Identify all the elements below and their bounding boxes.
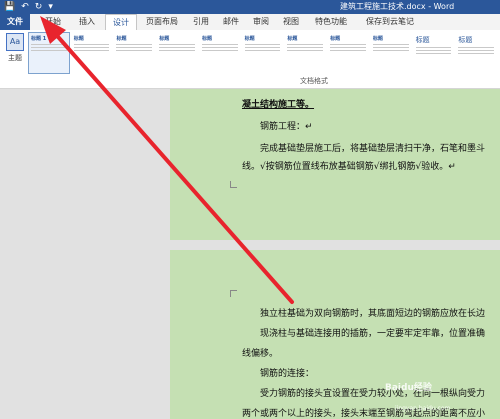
style-set-item[interactable]: 标题 bbox=[70, 32, 113, 74]
tab-insert[interactable]: 插入 bbox=[72, 14, 102, 30]
style-set-heading: 标题 bbox=[116, 36, 127, 42]
tab-references[interactable]: 引用 bbox=[188, 14, 214, 30]
tab-save-to-cloud[interactable]: 保存到云笔记 bbox=[360, 14, 420, 30]
ribbon-tabs: 文件 开始 插入 设计 页面布局 引用 邮件 审阅 视图 特色功能 保存到云笔记 bbox=[0, 14, 500, 31]
style-set-item[interactable]: 标题 1 bbox=[28, 32, 70, 74]
style-set-heading: 标题 bbox=[73, 36, 84, 42]
style-set-item[interactable]: 标题 bbox=[241, 32, 284, 74]
doc-line: 完成基础垫层施工后，将基础垫层清扫干净，石笔和墨斗 bbox=[260, 144, 486, 154]
tab-file[interactable]: 文件 bbox=[0, 14, 30, 30]
style-set-item[interactable]: 标题 bbox=[284, 32, 327, 74]
undo-icon[interactable]: ↶ bbox=[21, 1, 29, 13]
style-set-item[interactable]: 标题 bbox=[369, 32, 412, 74]
watermark-url: jingyan.baidu.com bbox=[395, 405, 451, 412]
style-set-heading: 标题 bbox=[159, 36, 170, 42]
tab-home[interactable]: 开始 bbox=[38, 14, 68, 30]
style-set-heading: 标题 1 bbox=[31, 36, 47, 42]
tab-special-features[interactable]: 特色功能 bbox=[308, 14, 354, 30]
tab-mailings[interactable]: 邮件 bbox=[218, 14, 244, 30]
theme-button[interactable]: Aa 主题 bbox=[4, 33, 26, 77]
style-set-heading: 标题 bbox=[415, 36, 430, 44]
document-page[interactable]: 独立柱基础为双向钢筋时，其底面短边的钢筋应放在长边 现浇柱与基础连接用的插筋，一… bbox=[170, 250, 500, 419]
tab-design[interactable]: 设计 bbox=[105, 14, 137, 31]
style-set-heading: 标题 bbox=[244, 36, 255, 42]
style-set-item[interactable]: 标题 bbox=[327, 32, 369, 74]
gallery-group-label: 文档格式 bbox=[300, 77, 328, 85]
document-area[interactable]: 凝土结构施工等。 钢筋工程：↵ 完成基础垫层施工后，将基础垫层清扫干净，石笔和墨… bbox=[0, 89, 500, 419]
tab-review[interactable]: 审阅 bbox=[248, 14, 274, 30]
title-bar: 💾 ↶ ↻ ▾ 建筑工程施工技术.docx - Word bbox=[0, 0, 500, 14]
watermark-brand: Baidu经验 bbox=[385, 383, 432, 393]
doc-line: 现浇柱与基础连接用的插筋，一定要牢定牢靠，位置准确 bbox=[260, 329, 486, 339]
style-set-item[interactable]: 标题 bbox=[113, 32, 156, 74]
redo-icon[interactable]: ↻ bbox=[35, 1, 43, 13]
customize-qat-icon[interactable]: ▾ bbox=[48, 1, 53, 13]
doc-line: 钢筋的连接： bbox=[260, 369, 315, 379]
style-set-item[interactable]: 标题 bbox=[198, 32, 241, 74]
style-set-item[interactable]: 标题 bbox=[156, 32, 198, 74]
style-set-heading: 标题 bbox=[201, 36, 212, 42]
ribbon-design: Aa 主题 标题 1 标题 标题 标题 标题 标题 标题 标题 标题 标题 标题… bbox=[0, 30, 500, 89]
doc-line: 线偏移。 bbox=[242, 349, 279, 359]
save-icon[interactable]: 💾 bbox=[4, 1, 15, 13]
doc-line: 受力钢筋的接头宜设置在受力较小处，在同一根纵向受力 bbox=[260, 389, 486, 399]
window-title: 建筑工程施工技术.docx - Word bbox=[340, 2, 455, 11]
style-set-heading: 标题 bbox=[287, 36, 298, 42]
doc-line: 线。√按钢筋位置线布放基础钢筋√绑扎钢筋√验收。↵ bbox=[242, 162, 456, 172]
style-set-item[interactable]: 标题 bbox=[412, 32, 455, 74]
document-page[interactable]: 凝土结构施工等。 钢筋工程：↵ 完成基础垫层施工后，将基础垫层清扫干净，石笔和墨… bbox=[170, 89, 500, 240]
style-set-item[interactable]: 标题 bbox=[455, 32, 498, 74]
style-set-heading: 标题 bbox=[458, 36, 473, 44]
margin-mark bbox=[230, 290, 237, 297]
tab-page-layout[interactable]: 页面布局 bbox=[140, 14, 184, 30]
style-set-heading: 标题 bbox=[330, 36, 341, 42]
margin-mark bbox=[230, 181, 237, 188]
style-set-gallery: 标题 1 标题 标题 标题 标题 标题 标题 标题 标题 标题 标题 bbox=[28, 32, 498, 76]
doc-line: 钢筋工程：↵ bbox=[260, 122, 313, 132]
tab-view[interactable]: 视图 bbox=[278, 14, 304, 30]
doc-line: 独立柱基础为双向钢筋时，其底面短边的钢筋应放在长边 bbox=[260, 309, 486, 319]
theme-icon: Aa bbox=[6, 33, 24, 51]
style-set-heading: 标题 bbox=[372, 36, 383, 42]
quick-access-toolbar: 💾 ↶ ↻ ▾ bbox=[4, 1, 53, 13]
doc-line: 凝土结构施工等。 bbox=[242, 100, 315, 110]
theme-label: 主题 bbox=[8, 54, 22, 62]
